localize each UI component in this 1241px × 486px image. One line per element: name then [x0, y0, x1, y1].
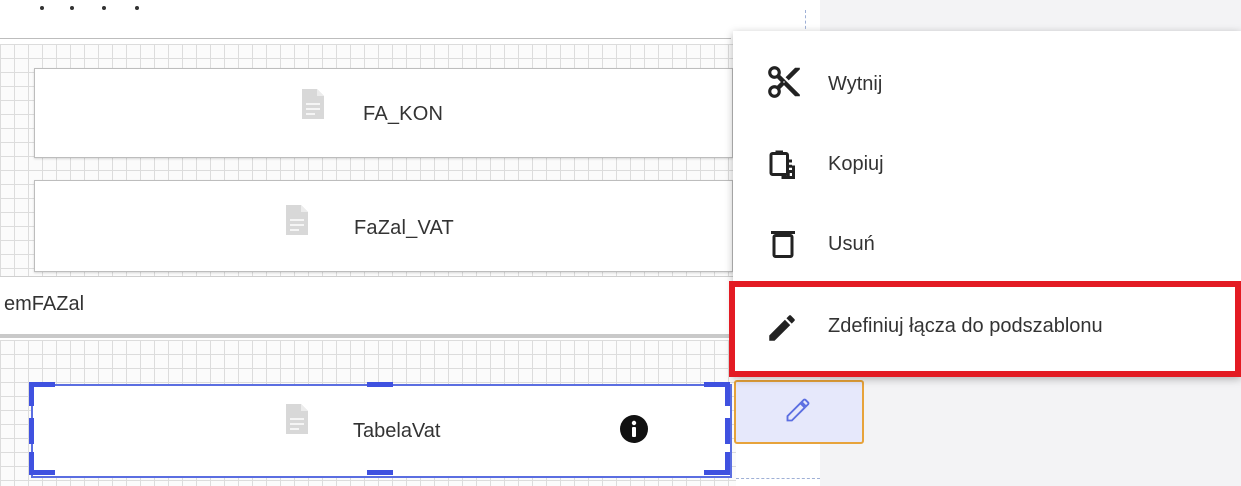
- resize-handle-bl-v[interactable]: [29, 452, 34, 475]
- document-icon: [302, 89, 324, 119]
- resize-handle-tr-v[interactable]: [725, 382, 730, 406]
- menu-item-kopiuj[interactable]: Kopiuj: [733, 123, 1241, 203]
- document-icon: [286, 205, 308, 235]
- resize-handle-tl-v[interactable]: [29, 382, 34, 406]
- edit-subreport-button[interactable]: [734, 380, 864, 444]
- subreport-fazal-vat[interactable]: FaZal_VAT: [34, 180, 733, 272]
- copy-icon: [769, 150, 795, 179]
- menu-item-label: Usuń: [828, 233, 875, 255]
- cut-off-text: [40, 6, 160, 12]
- top-band: [0, 0, 731, 39]
- menu-item-wytnij[interactable]: Wytnij: [733, 43, 1241, 123]
- menu-item-label: Kopiuj: [828, 153, 884, 175]
- pencil-icon: [786, 398, 810, 422]
- report-designer-canvas: FA_KON FaZal_VAT emFAZal TabelaVat: [0, 0, 820, 486]
- trash-icon: [771, 231, 795, 258]
- document-icon: [286, 404, 308, 434]
- menu-item-usun[interactable]: Usuń: [733, 203, 1241, 283]
- guide-line-bottom: [736, 478, 820, 479]
- resize-handle-bottom[interactable]: [367, 470, 393, 475]
- band-header[interactable]: [0, 276, 736, 335]
- highlight-annotation: [729, 281, 1241, 377]
- menu-item-label: Wytnij: [828, 73, 883, 95]
- subreport-name: FaZal_VAT: [354, 217, 454, 239]
- resize-handle-top[interactable]: [367, 382, 393, 387]
- subreport-name: FA_KON: [363, 103, 444, 125]
- resize-handle-left[interactable]: [29, 418, 34, 444]
- info-icon[interactable]: [620, 415, 648, 443]
- subreport-fa-kon[interactable]: FA_KON: [34, 68, 733, 158]
- resize-handle-right[interactable]: [725, 418, 730, 444]
- resize-handle-br-v[interactable]: [725, 452, 730, 475]
- band-separator[interactable]: [0, 334, 736, 338]
- scissors-icon: [768, 66, 800, 98]
- band-label: emFAZal: [4, 293, 85, 315]
- subreport-name: TabelaVat: [353, 420, 441, 442]
